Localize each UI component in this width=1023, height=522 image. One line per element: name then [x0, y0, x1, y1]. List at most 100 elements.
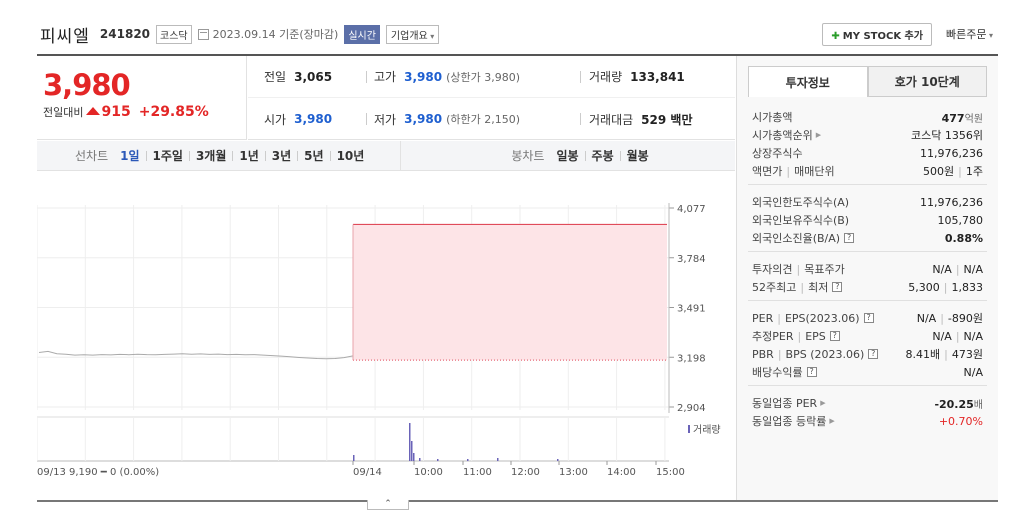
volume-bar: [413, 453, 415, 461]
chart-tabs: 선차트 1일 1주일 3개월 1년 3년 5년 10년 봉차트 일봉 주봉 월봉: [37, 140, 735, 171]
quote-value: 3,980: [404, 112, 443, 126]
divider: [366, 113, 367, 125]
info-value: 500원: [923, 165, 955, 178]
volume-bar: [437, 459, 439, 461]
y-tick-label: 3,198: [677, 353, 706, 364]
caret-right-icon: ▶: [815, 131, 822, 139]
y-tick-label: 3,784: [677, 254, 706, 265]
tab-1w[interactable]: 1주일: [147, 147, 189, 164]
market-badge: 코스닥: [156, 24, 192, 44]
help-icon[interactable]: ?: [829, 331, 840, 341]
info-key[interactable]: 시가총액순위: [752, 127, 813, 143]
info-group-opinion: 투자의견 | 목표주가 N/A | N/A 52주최고 | 최저? 5,300 | 1,833: [748, 252, 987, 301]
info-row: 투자의견 | 목표주가 N/A | N/A: [752, 262, 983, 277]
help-icon[interactable]: ?: [844, 233, 855, 243]
quote-row: 전일 3,065 고가 3,980 (상한가 3,980) 거래량 133,84…: [248, 56, 735, 98]
x-tick-label: 13:00: [559, 467, 588, 478]
y-tick-label: 4,077: [677, 204, 706, 215]
quote-label: 저가: [374, 112, 397, 127]
help-icon[interactable]: ?: [868, 349, 879, 359]
info-row: PER | EPS(2023.06)? N/A | -890원: [752, 311, 983, 326]
quote-label: 거래대금: [589, 112, 634, 127]
info-value: 8.41배: [905, 348, 941, 361]
up-arrow-icon: [86, 107, 101, 115]
quote-extra: (하한가 2,150): [446, 113, 520, 126]
tab-weekly[interactable]: 주봉: [586, 147, 620, 164]
tab-daily[interactable]: 일봉: [550, 147, 584, 164]
tab-3y[interactable]: 3년: [266, 147, 297, 164]
info-key: 상장주식수: [752, 147, 803, 160]
info-row: PBR | BPS (2023.06)? 8.41배 | 473원: [752, 347, 983, 362]
info-value: -890원: [947, 312, 983, 325]
company-info-dropdown[interactable]: 기업개요: [385, 24, 440, 44]
tab-1d[interactable]: 1일: [114, 147, 145, 164]
info-key: 배당수익률: [752, 366, 803, 379]
current-price: 3,980: [43, 68, 131, 102]
tab-5y[interactable]: 5년: [298, 147, 329, 164]
x-tick-label: 09/14: [353, 467, 382, 478]
quote-row: 시가 3,980 저가 3,980 (하한가 2,150) 거래대금 529 백…: [248, 98, 735, 140]
info-row: 동일업종 PER ▶ -20.25배: [752, 394, 983, 412]
volume-bar: [557, 459, 559, 461]
quote-value: 3,980: [294, 112, 333, 126]
intraday-chart[interactable]: 4,077 3,784 3,491 3,198 2,904 거래량 09/13 9,190…: [37, 195, 735, 485]
expand-chart-button[interactable]: ⌃: [367, 500, 409, 510]
info-value: 0.88%: [944, 231, 983, 245]
volume-legend-swatch: [688, 425, 690, 433]
quote-prev: 전일 3,065: [264, 68, 332, 85]
realtime-button[interactable]: 실시간: [344, 24, 380, 44]
info-value: N/A: [963, 365, 983, 379]
info-key[interactable]: 동일업종 등락률: [752, 413, 826, 429]
divider: [366, 70, 367, 83]
info-key: 목표주가: [804, 263, 845, 276]
info-value: 105,780: [937, 213, 984, 227]
line-chart-label: 선차트: [75, 149, 109, 163]
quote-low: 저가 3,980 (하한가 2,150): [374, 111, 520, 128]
plus-icon: ✚: [831, 30, 840, 42]
calendar-icon: [197, 28, 209, 40]
help-icon[interactable]: ?: [863, 313, 874, 323]
base-date: 2023.09.14 기준(장마감): [212, 28, 339, 41]
caret-right-icon: ▶: [820, 399, 826, 407]
quote-label: 시가: [264, 112, 287, 127]
quote-label: 전일: [264, 70, 287, 84]
change-label: 전일대비: [43, 106, 84, 119]
x-tick-label: 10:00: [414, 467, 443, 478]
info-value: +0.70%: [938, 414, 983, 428]
help-icon[interactable]: ?: [806, 367, 817, 377]
tab-10y[interactable]: 10년: [331, 147, 371, 164]
info-value: N/A: [932, 262, 952, 276]
help-icon[interactable]: ?: [832, 282, 843, 292]
today-area: [353, 224, 667, 361]
info-key: PER: [752, 311, 774, 325]
tab-orderbook[interactable]: 호가 10단계: [867, 66, 987, 97]
info-row: 액면가 | 매매단위 500원 | 1주: [752, 164, 983, 179]
info-value: 11,976,236: [920, 146, 983, 160]
quick-order-dropdown[interactable]: 빠른주문: [946, 26, 993, 42]
stock-code: 241820: [99, 27, 151, 41]
info-key: 52주최고: [752, 281, 797, 294]
x-tick-label: 11:00: [463, 467, 492, 478]
quote-table: 전일 3,065 고가 3,980 (상한가 3,980) 거래량 133,84…: [248, 56, 735, 140]
quote-extra: (상한가 3,980): [446, 70, 520, 84]
info-key[interactable]: 동일업종 PER: [752, 395, 817, 411]
info-key: 매매단위: [794, 165, 835, 178]
info-group-industry: 동일업종 PER ▶ -20.25배 동일업종 등락률 ▶ +0.70%: [748, 386, 987, 434]
price-box: 3,980 전일대비 915 +29.85%: [37, 56, 247, 140]
info-value: 5,300: [908, 280, 940, 294]
info-value: N/A: [963, 262, 983, 276]
tab-1y[interactable]: 1년: [233, 147, 264, 164]
stock-name: 피씨엘: [40, 26, 90, 47]
quote-open: 시가 3,980: [264, 111, 332, 128]
quote-volume: 거래량 133,841: [589, 68, 685, 85]
info-group-valuation: PER | EPS(2023.06)? N/A | -890원 추정PER | EPS? N/A…: [748, 301, 987, 386]
info-key: 액면가: [752, 165, 783, 178]
tab-investment-info[interactable]: 투자정보: [748, 66, 868, 97]
tab-monthly[interactable]: 월봉: [621, 147, 655, 164]
add-mystock-button[interactable]: ✚ MY STOCK 추가: [822, 22, 932, 46]
info-row: 외국인한도주식수(A) 11,976,236: [752, 193, 983, 211]
info-panel: 투자정보 호가 10단계 시가총액 477억원 시가총액순위 ▶ 코스닥 1356위 …: [736, 56, 998, 500]
candle-chart-label: 봉차트: [511, 149, 545, 163]
quote-value: 3,065: [294, 69, 333, 84]
tab-3m[interactable]: 3개월: [190, 147, 232, 164]
